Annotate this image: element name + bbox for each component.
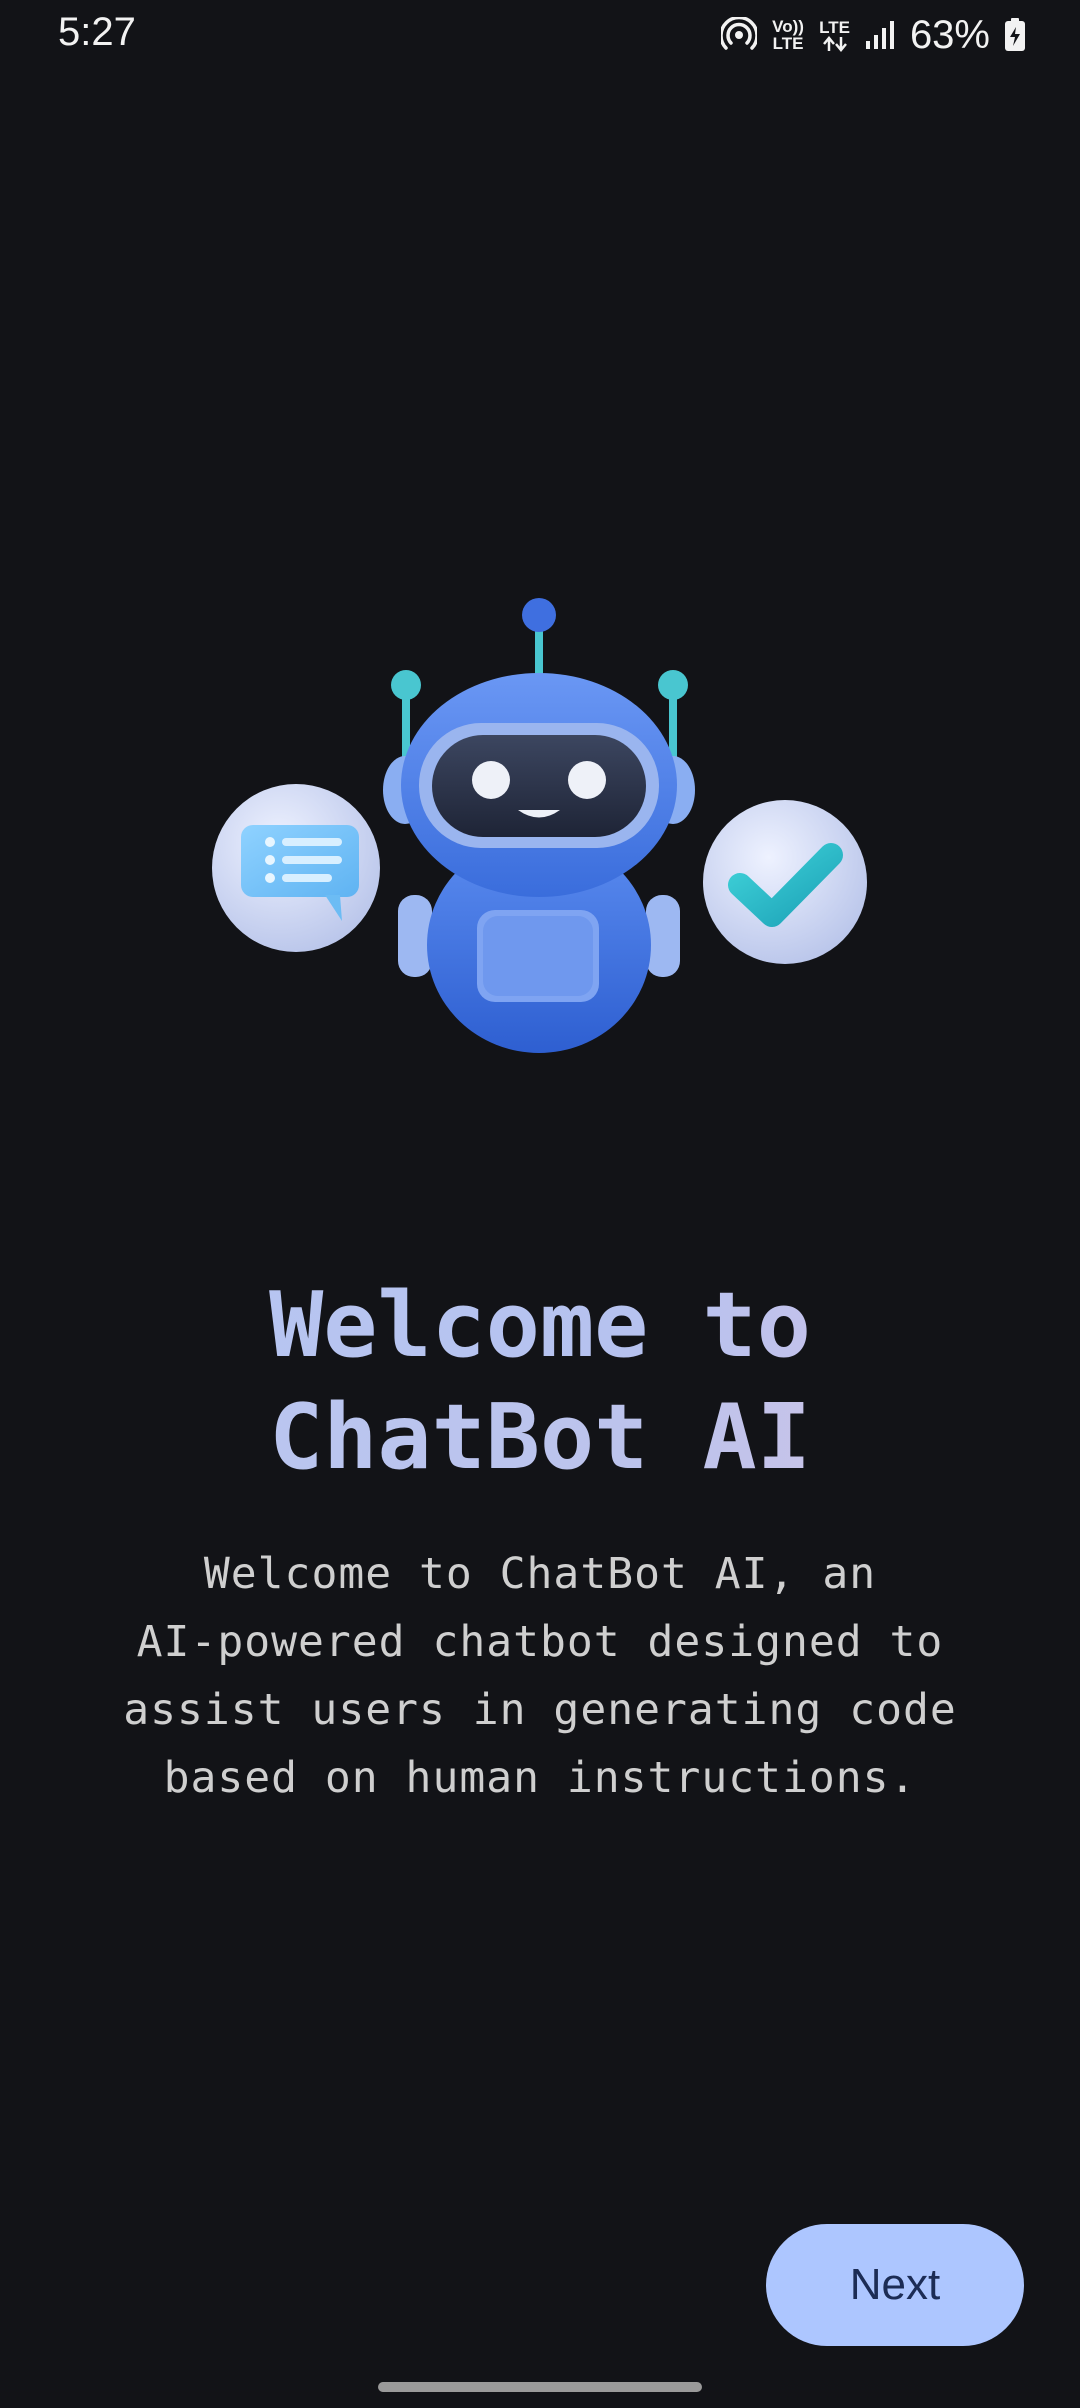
- next-button[interactable]: Next: [766, 2224, 1024, 2346]
- description-line-1: Welcome to ChatBot AI, an: [203, 1549, 877, 1599]
- status-icons: Vo)) LTE LTE 63%: [721, 12, 1026, 58]
- hero-illustration: [200, 585, 880, 1055]
- title-line-2: ChatBot AI: [0, 1382, 1080, 1494]
- robot-icon: [383, 598, 695, 1053]
- battery-percent: 63%: [909, 12, 990, 57]
- battery-charging-icon: [1004, 18, 1026, 52]
- status-time: 5:27: [58, 10, 136, 54]
- lte-icon: LTE: [819, 19, 850, 52]
- check-icon: [703, 800, 867, 964]
- volte-label: Vo)) LTE: [772, 17, 804, 53]
- page-title: Welcome to ChatBot AI: [0, 1270, 1080, 1494]
- title-line-1: Welcome to: [0, 1270, 1080, 1382]
- signal-icon: [864, 19, 896, 51]
- chat-bubble-icon: [212, 784, 380, 952]
- hotspot-icon: [721, 17, 758, 53]
- description-line-3: assist users in generating code: [123, 1685, 957, 1735]
- lte-label: LTE: [819, 17, 850, 37]
- status-bar: 5:27 Vo)) LTE LTE 63%: [0, 0, 1080, 70]
- volte-icon: Vo)) LTE: [771, 18, 805, 52]
- description-line-4: based on human instructions.: [163, 1753, 917, 1803]
- home-indicator[interactable]: [378, 2382, 702, 2392]
- description-line-2: AI-powered chatbot designed to: [136, 1617, 944, 1667]
- welcome-description: Welcome to ChatBot AI, an AI-powered cha…: [60, 1540, 1020, 1812]
